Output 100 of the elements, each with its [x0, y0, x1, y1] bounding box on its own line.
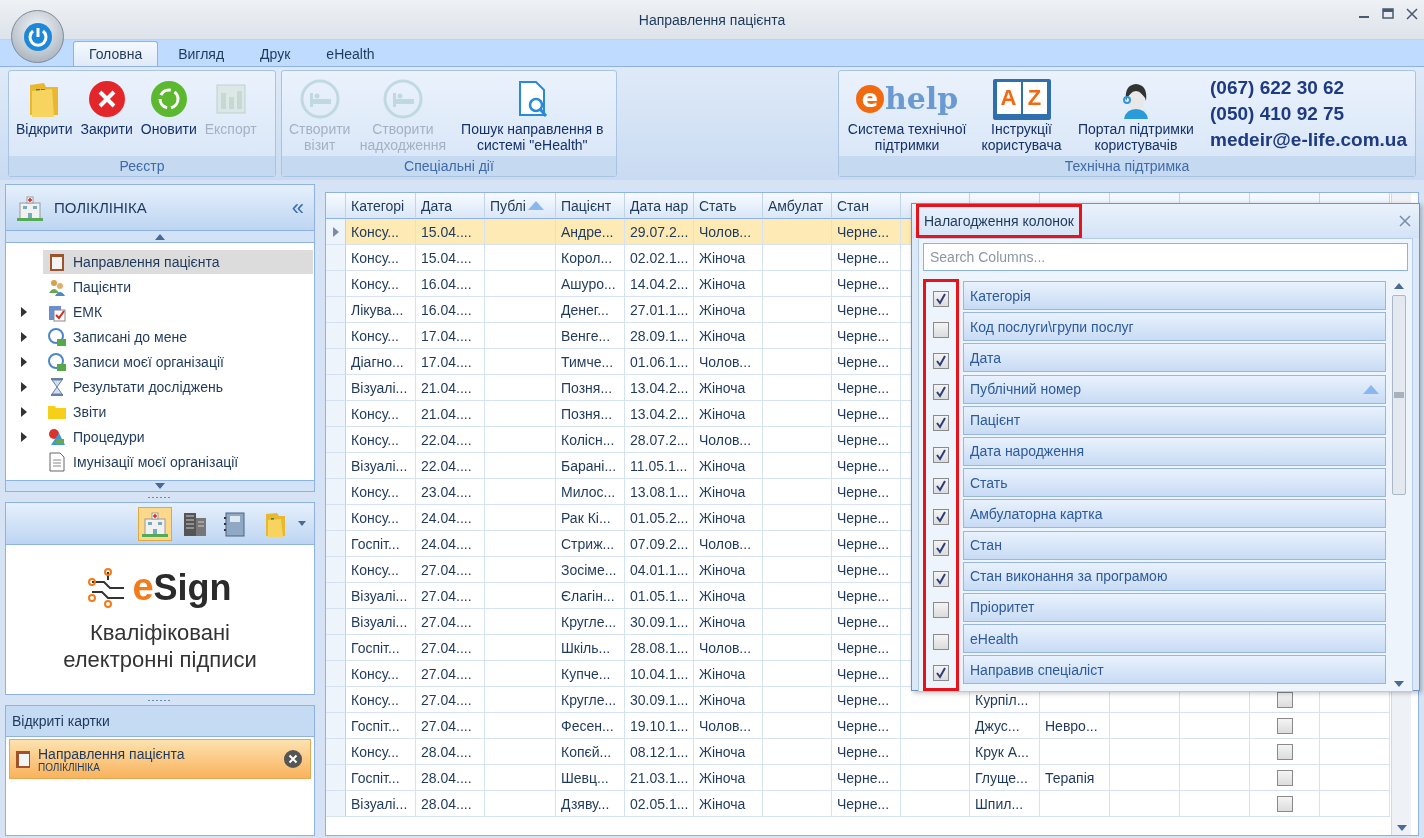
nav-item[interactable]: Звіти — [43, 399, 313, 424]
column-item[interactable]: Стан виконання за програмою — [963, 561, 1386, 591]
checkbox[interactable] — [933, 321, 949, 338]
row-header[interactable] — [326, 219, 346, 245]
table-cell: Жіноча — [694, 661, 763, 687]
column-header[interactable]: Стать — [694, 193, 763, 219]
ribbon-button[interactable]: e help Система технічної підтримки — [843, 75, 972, 155]
nav-item[interactable]: Пацієнти — [43, 274, 313, 299]
checkbox[interactable] — [933, 477, 949, 494]
nav-item[interactable]: Записи моєї організації — [43, 349, 313, 374]
grip-icon[interactable] — [148, 495, 172, 499]
scroll-down-icon[interactable] — [1396, 825, 1407, 831]
table-cell: Консу... — [346, 557, 416, 583]
table-cell: 24.04.... — [416, 531, 485, 557]
table-cell: Шевц... — [556, 765, 625, 791]
nav-item[interactable]: Направлення пацієнта — [43, 249, 313, 274]
checkbox[interactable] — [1276, 795, 1293, 812]
table-cell — [763, 219, 832, 245]
close-icon[interactable] — [284, 750, 302, 768]
column-header[interactable]: Дата нар — [625, 193, 694, 219]
nav-item[interactable]: Записані до мене — [43, 324, 313, 349]
table-cell: Візуалі... — [346, 453, 416, 479]
nav-item[interactable]: Імунізації моєї організації — [43, 449, 313, 474]
checkbox[interactable] — [933, 508, 949, 525]
ribbon-button[interactable]: Закрити — [77, 75, 136, 139]
column-item[interactable]: Пацієнт — [963, 405, 1386, 435]
column-item[interactable]: Амбулаторна картка — [963, 499, 1386, 529]
ribbon-button[interactable]: Пошук направлення в системі "eHealth" — [452, 75, 612, 155]
checkmark-icon — [935, 542, 947, 555]
checkbox[interactable] — [933, 664, 949, 681]
checkbox[interactable] — [933, 415, 949, 432]
column-item[interactable]: Направив спеціаліст — [963, 655, 1386, 685]
scroll-down-icon[interactable] — [155, 483, 165, 489]
table-cell: 27.04.... — [416, 635, 485, 661]
table-cell: Кругле... — [556, 609, 625, 635]
open-card[interactable]: Направлення пацієнта ПОЛІКЛІНІКА — [9, 739, 311, 779]
checkbox[interactable] — [933, 290, 949, 307]
column-item[interactable]: Дата — [963, 343, 1386, 373]
column-item[interactable]: Пріоритет — [963, 592, 1386, 622]
table-cell: Візуалі... — [346, 609, 416, 635]
expand-icon[interactable] — [21, 331, 27, 342]
nav-item[interactable]: Результати досліджень — [43, 374, 313, 399]
table-cell: Консу... — [346, 505, 416, 531]
column-header[interactable]: Пацієнт — [556, 193, 625, 219]
scroll-up-icon[interactable] — [1394, 283, 1404, 289]
column-item[interactable]: Категорія — [963, 281, 1386, 310]
column-item[interactable]: eHealth — [963, 624, 1386, 654]
dropdown-icon[interactable] — [298, 521, 306, 526]
expand-icon[interactable] — [21, 381, 27, 392]
checkbox[interactable] — [1276, 769, 1293, 786]
checkbox[interactable] — [1276, 743, 1293, 760]
table-cell: Жіноча — [694, 609, 763, 635]
column-item[interactable]: Код послуги\групи послуг — [963, 312, 1386, 342]
checkbox[interactable] — [933, 633, 949, 650]
ribbon-tab[interactable]: Головна — [73, 41, 159, 66]
ribbon-button[interactable]: Портал підтримки користувачів — [1071, 75, 1200, 155]
column-item[interactable]: Публічний номер — [963, 374, 1386, 404]
scroll-up-icon[interactable] — [155, 233, 165, 240]
ribbon-tab[interactable]: Вигляд — [162, 41, 241, 66]
expand-icon[interactable] — [21, 306, 27, 317]
column-item[interactable]: Стать — [963, 468, 1386, 498]
column-header[interactable]: Публі — [485, 193, 556, 219]
table-cell: Черне... — [832, 245, 901, 271]
ribbon-button[interactable]: A Z Інструкції користувача — [977, 75, 1066, 155]
expand-icon[interactable] — [21, 356, 27, 367]
checkbox[interactable] — [933, 571, 949, 588]
close-icon[interactable] — [1406, 8, 1418, 20]
table-cell: 02.05.1... — [625, 791, 694, 817]
table-cell: 28.04.... — [416, 765, 485, 791]
collapse-button[interactable]: « — [291, 194, 304, 221]
ribbon-button[interactable]: Відкрити — [13, 75, 76, 139]
ribbon-button[interactable]: Оновити — [137, 75, 200, 139]
expand-icon[interactable] — [21, 431, 27, 442]
table-cell: 21.04.... — [416, 375, 485, 401]
column-item[interactable]: Дата народження — [963, 436, 1386, 466]
column-header[interactable]: Дата — [416, 193, 485, 219]
checkbox[interactable] — [1276, 717, 1293, 734]
checkbox[interactable] — [933, 446, 949, 463]
table-cell — [763, 427, 832, 453]
column-item[interactable]: Стан — [963, 530, 1386, 560]
expand-icon[interactable] — [21, 406, 27, 417]
column-header[interactable]: Стан — [832, 193, 901, 219]
ribbon-tab[interactable]: Друк — [244, 41, 307, 66]
checkbox[interactable] — [933, 540, 949, 557]
table-cell: Лікува... — [346, 297, 416, 323]
checkbox[interactable] — [933, 384, 949, 401]
maximize-icon[interactable] — [1382, 8, 1394, 20]
column-header[interactable]: Категорі — [346, 193, 416, 219]
ribbon-tab[interactable]: eHealth — [310, 41, 391, 66]
scroll-down-icon[interactable] — [1394, 681, 1404, 688]
table-cell: 10.04.1... — [625, 661, 694, 687]
table-cell: 27.04.... — [416, 687, 485, 713]
nav-item[interactable]: ЕМК — [43, 299, 313, 324]
nav-item[interactable]: Процедури — [43, 424, 313, 449]
checkbox[interactable] — [933, 602, 949, 619]
grip-icon[interactable] — [148, 698, 172, 702]
table-cell: Денег... — [556, 297, 625, 323]
checkbox[interactable] — [933, 352, 949, 369]
column-header[interactable]: Амбулат — [763, 193, 832, 219]
search-field[interactable]: Search Columns... — [923, 243, 1408, 271]
